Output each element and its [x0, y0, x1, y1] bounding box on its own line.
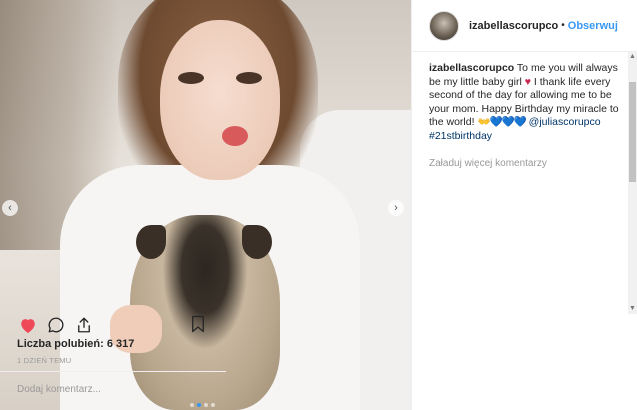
save-button[interactable] [185, 312, 211, 336]
share-icon [78, 317, 90, 333]
scrollbar-thumb[interactable] [629, 82, 636, 182]
photo-eye-right [236, 72, 262, 84]
comments-section: izabellascorupco To me you will always b… [429, 62, 625, 302]
carousel-dot [211, 403, 215, 407]
username-link[interactable]: izabellascorupco [469, 20, 558, 32]
load-more-comments-button[interactable]: Załaduj więcej komentarzy [429, 157, 625, 171]
mention-link[interactable]: @juliascorupco [529, 116, 601, 128]
share-button[interactable] [71, 313, 97, 337]
post-actions [15, 312, 225, 338]
caption: izabellascorupco To me you will always b… [429, 62, 625, 143]
photo-pug-ear-left [136, 225, 166, 259]
post-timestamp: 1 DZIEŃ TEMU [17, 356, 72, 365]
carousel-dots [190, 403, 215, 407]
likes-count[interactable]: Liczba polubień: 6 317 [17, 338, 134, 350]
carousel-next-button[interactable]: › [388, 200, 404, 216]
photo-pug-ear-right [242, 225, 272, 259]
hashtag-link[interactable]: #21stbirthday [429, 130, 492, 142]
comments-scrollbar[interactable]: ▲ ▼ [628, 52, 637, 314]
chevron-left-icon: ‹ [8, 201, 12, 214]
post-side-panel: izabellascorupco • Obserwuj izabellascor… [411, 0, 637, 410]
chevron-right-icon: › [394, 201, 398, 214]
photo-lips [222, 126, 248, 146]
photo-girl-face [160, 20, 280, 180]
carousel-dot [197, 403, 201, 407]
carousel-dot [190, 403, 194, 407]
emoji-sequence: 👐💙💙💙 [477, 116, 526, 128]
header-separator: • [561, 20, 565, 31]
photo-eye-left [178, 72, 204, 84]
like-button[interactable] [15, 313, 41, 337]
comment-bubble-icon [48, 317, 64, 333]
scroll-down-arrow-icon[interactable]: ▼ [628, 304, 637, 314]
scroll-up-arrow-icon[interactable]: ▲ [628, 52, 637, 62]
heart-filled-icon [21, 318, 35, 333]
bookmark-icon [192, 315, 204, 333]
carousel-dot [204, 403, 208, 407]
add-comment-input[interactable]: Dodaj komentarz... [17, 384, 213, 395]
divider [0, 371, 226, 372]
comment-button[interactable] [43, 313, 69, 337]
avatar[interactable] [429, 10, 459, 41]
post-header: izabellascorupco • Obserwuj [412, 0, 637, 52]
carousel-prev-button[interactable]: ‹ [2, 200, 18, 216]
follow-button[interactable]: Obserwuj [568, 20, 618, 32]
caption-author-link[interactable]: izabellascorupco [429, 62, 514, 74]
